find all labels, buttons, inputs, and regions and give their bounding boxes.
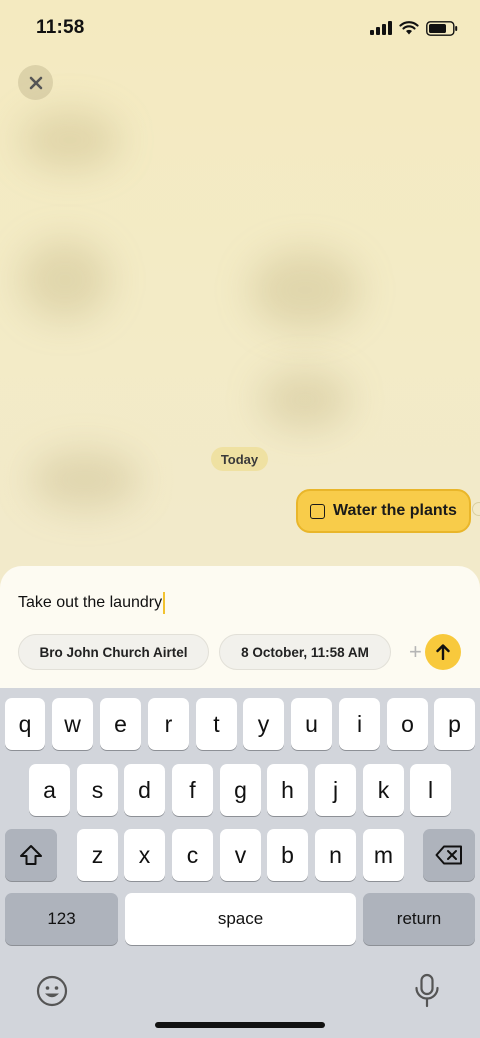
key-y[interactable]: y (243, 698, 284, 750)
key-a[interactable]: a (29, 764, 70, 816)
cellular-signal-icon (370, 21, 392, 35)
contact-chip[interactable]: Bro John Church Airtel (18, 634, 209, 670)
space-key[interactable]: space (125, 893, 356, 945)
key-r[interactable]: r (148, 698, 189, 750)
status-icons (370, 20, 458, 36)
key-u[interactable]: u (291, 698, 332, 750)
dictation-button[interactable] (413, 973, 441, 1014)
blurred-content (20, 240, 110, 320)
status-bar: 11:58 (0, 0, 480, 56)
text-cursor (163, 592, 166, 614)
arrow-up-icon (436, 644, 450, 660)
shift-key[interactable] (5, 829, 57, 881)
key-k[interactable]: k (363, 764, 404, 816)
key-d[interactable]: d (124, 764, 165, 816)
emoji-button[interactable] (36, 975, 68, 1012)
key-p[interactable]: p (434, 698, 475, 750)
key-v[interactable]: v (220, 829, 261, 881)
blurred-content (250, 250, 360, 330)
backspace-key[interactable] (423, 829, 475, 881)
key-i[interactable]: i (339, 698, 380, 750)
task-checkbox[interactable] (310, 503, 325, 519)
send-button[interactable] (425, 634, 461, 670)
emoji-icon (36, 975, 68, 1007)
date-separator-chip: Today (211, 447, 268, 471)
wifi-icon (399, 21, 419, 35)
task-input-value: Take out the laundry (18, 594, 163, 611)
key-z[interactable]: z (77, 829, 118, 881)
blurred-content (20, 110, 120, 170)
key-x[interactable]: x (124, 829, 165, 881)
key-c[interactable]: c (172, 829, 213, 881)
message-status-icon (472, 502, 480, 516)
close-button[interactable] (18, 65, 53, 100)
microphone-icon (415, 973, 439, 1008)
task-input[interactable]: Take out the laundry (18, 592, 166, 614)
task-message-bubble[interactable]: Water the plants (296, 489, 471, 533)
blurred-content (260, 370, 350, 430)
shift-icon (20, 845, 42, 865)
task-label: Water the plants (333, 502, 457, 519)
add-option-button[interactable]: + (409, 639, 422, 665)
status-time: 11:58 (36, 17, 85, 38)
close-icon (29, 76, 42, 89)
key-s[interactable]: s (77, 764, 118, 816)
key-f[interactable]: f (172, 764, 213, 816)
key-h[interactable]: h (267, 764, 308, 816)
key-e[interactable]: e (100, 698, 141, 750)
blurred-content (30, 450, 140, 510)
task-composer: Take out the laundry Bro John Church Air… (0, 566, 480, 696)
key-o[interactable]: o (387, 698, 428, 750)
keyboard: q w e r t y u i o p a s d f g h j k l z … (0, 688, 480, 1038)
battery-icon (426, 20, 458, 36)
key-q[interactable]: q (5, 698, 45, 750)
key-m[interactable]: m (363, 829, 404, 881)
datetime-chip[interactable]: 8 October, 11:58 AM (219, 634, 391, 670)
key-j[interactable]: j (315, 764, 356, 816)
key-n[interactable]: n (315, 829, 356, 881)
numbers-key[interactable]: 123 (5, 893, 118, 945)
key-b[interactable]: b (267, 829, 308, 881)
home-indicator (155, 1022, 325, 1028)
key-t[interactable]: t (196, 698, 237, 750)
key-w[interactable]: w (52, 698, 93, 750)
return-key[interactable]: return (363, 893, 475, 945)
key-l[interactable]: l (410, 764, 451, 816)
backspace-icon (435, 845, 462, 865)
key-g[interactable]: g (220, 764, 261, 816)
